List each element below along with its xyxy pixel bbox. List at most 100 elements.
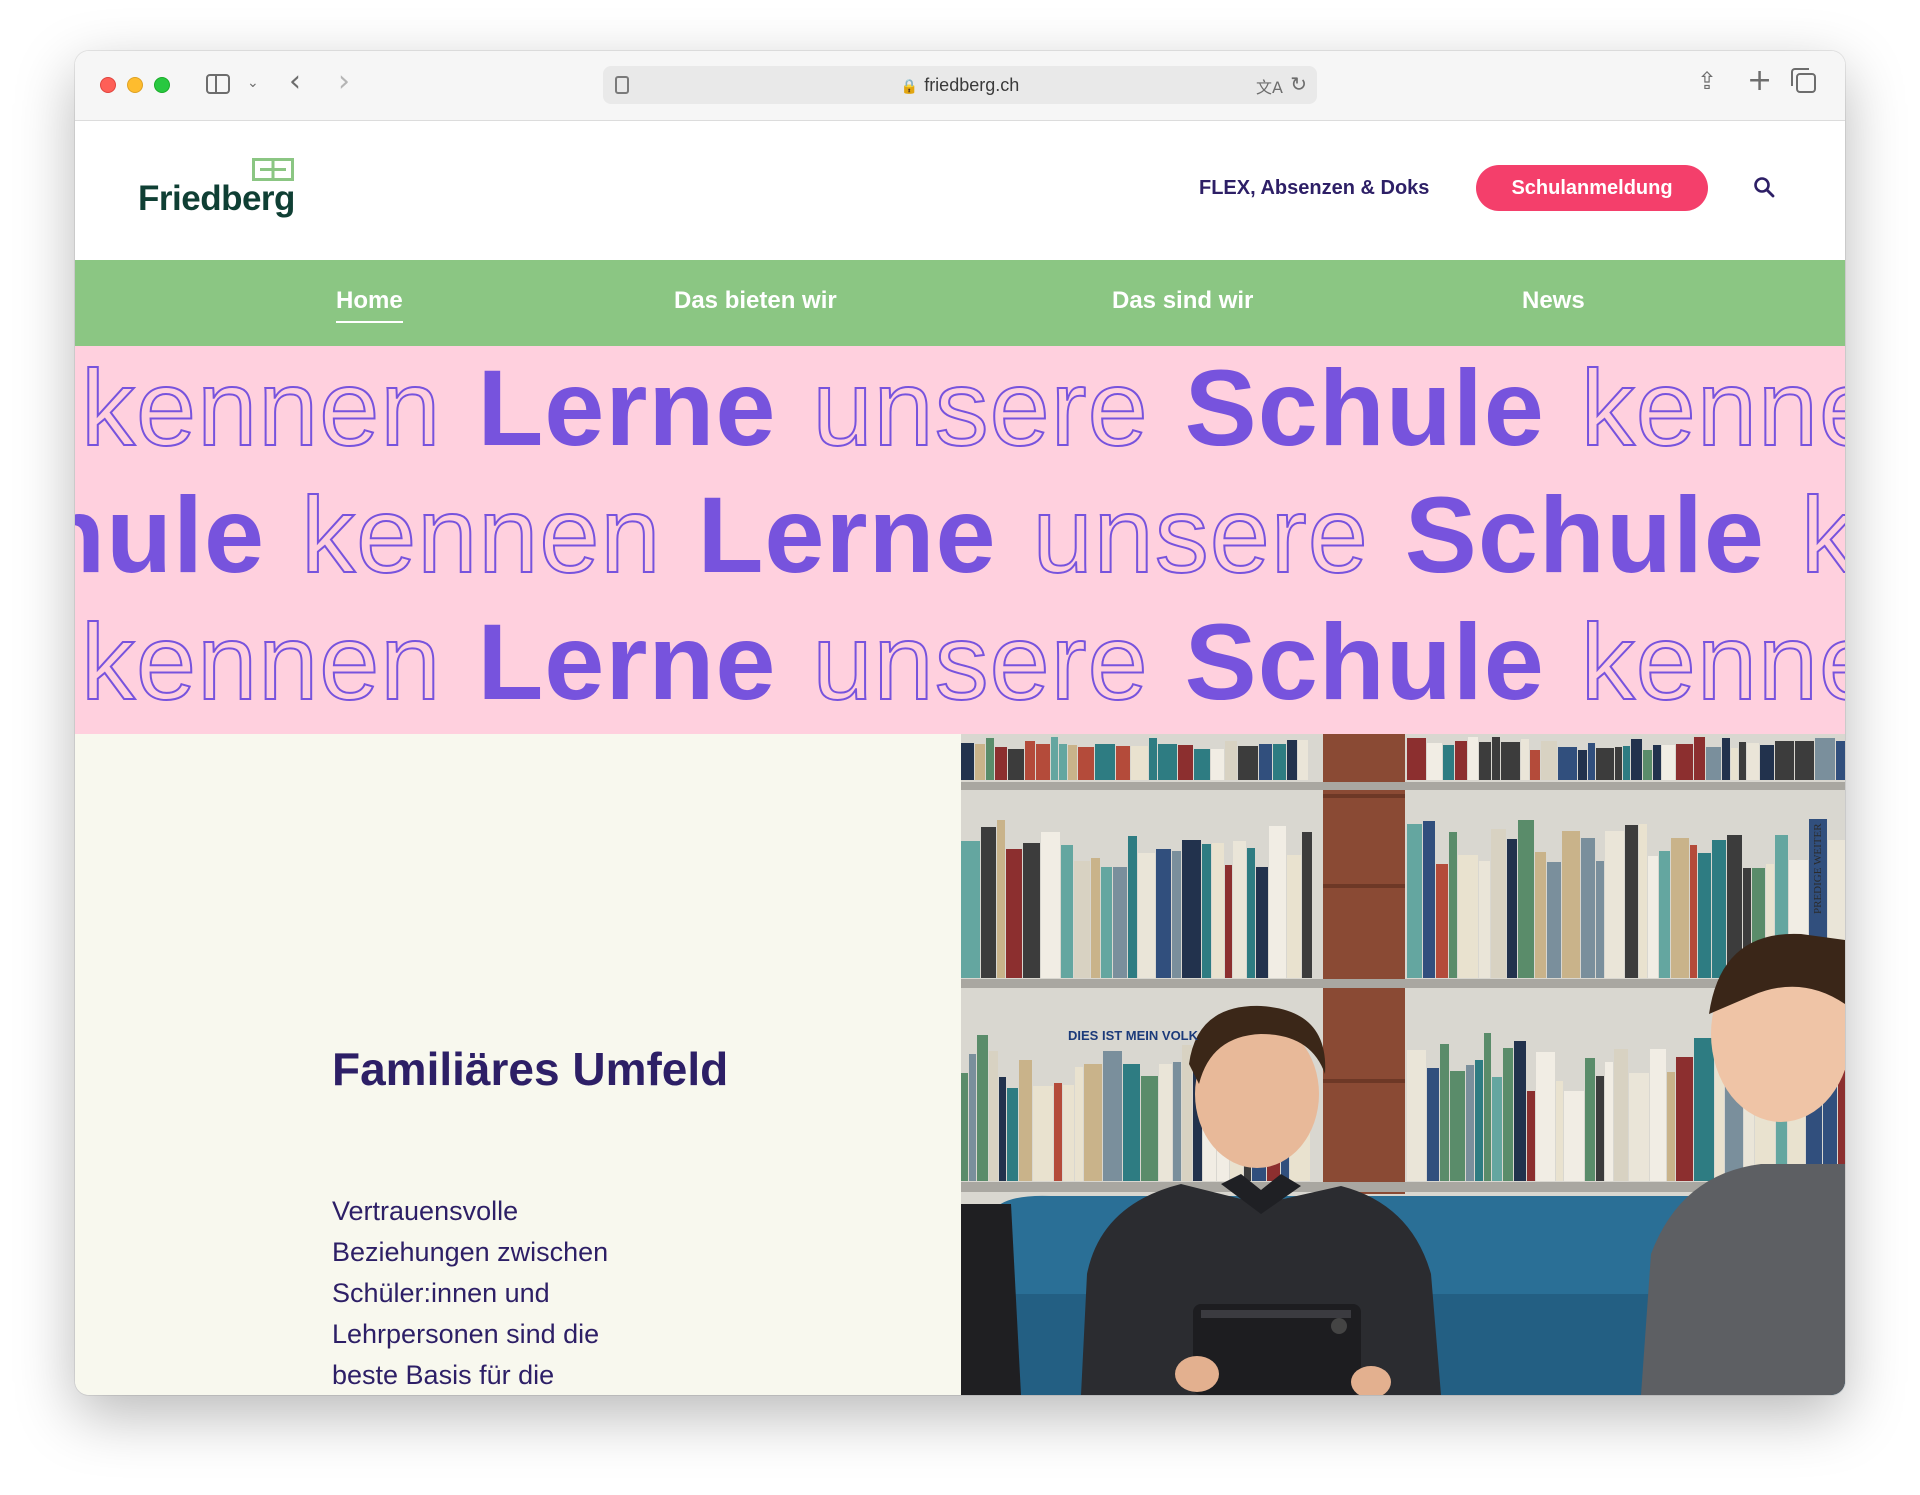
book-spine xyxy=(1605,1062,1613,1181)
new-tab-plus-icon[interactable]: + xyxy=(1747,63,1772,98)
book-spine xyxy=(1173,1062,1181,1181)
back-arrow-icon[interactable]: ‹ xyxy=(289,67,301,97)
book-spine xyxy=(1051,737,1058,780)
hero-word: Lerne xyxy=(697,474,997,595)
book-spine xyxy=(1259,744,1272,780)
book-spine xyxy=(1650,1049,1666,1181)
book-spine xyxy=(1491,829,1506,978)
hero-word: Lerne xyxy=(477,601,777,722)
book-spine xyxy=(1256,867,1268,978)
book-spine xyxy=(1712,840,1726,978)
hero-word: Schule xyxy=(1184,347,1545,468)
book-spine xyxy=(1731,748,1738,780)
book-spine xyxy=(1629,1073,1649,1181)
book-spine xyxy=(1795,741,1814,780)
book-spine xyxy=(961,743,974,780)
book-spine xyxy=(1443,745,1454,780)
book-spine xyxy=(1706,747,1721,780)
sidebar-icon[interactable] xyxy=(206,74,230,94)
book-spine xyxy=(1172,851,1181,978)
book-title-label: DIES IST MEIN VOLK xyxy=(1068,1028,1199,1043)
book-spine xyxy=(1836,741,1845,780)
book-spine xyxy=(1033,1086,1053,1181)
nav-item-das-sind-wir[interactable]: Das sind wir xyxy=(1112,287,1253,315)
book-spine xyxy=(969,1054,976,1181)
book-spine xyxy=(1667,1072,1675,1181)
search-icon[interactable] xyxy=(1752,175,1776,199)
book-spine xyxy=(1659,851,1670,978)
book-spine xyxy=(1095,744,1115,780)
book-spine xyxy=(1298,740,1308,780)
book-spine xyxy=(1238,746,1258,780)
book-spine xyxy=(1468,737,1478,780)
book-spine xyxy=(1450,1071,1465,1181)
book-spine xyxy=(1596,1076,1604,1181)
close-window-button[interactable] xyxy=(100,77,116,93)
address-text[interactable]: 🔒 friedberg.ch xyxy=(603,75,1317,96)
logo-mark-icon[interactable] xyxy=(252,158,294,181)
book-spine xyxy=(961,841,980,978)
translate-icon[interactable]: 文A xyxy=(1256,74,1283,98)
tab-overview-icon[interactable] xyxy=(1791,68,1816,93)
book-spine xyxy=(1178,745,1193,780)
address-bar[interactable]: 🔒 friedberg.ch 文A ↻ xyxy=(603,66,1317,104)
zoom-window-button[interactable] xyxy=(154,77,170,93)
book-spine xyxy=(1475,1060,1483,1181)
book-spine xyxy=(1427,743,1442,780)
minimize-window-button[interactable] xyxy=(127,77,143,93)
book-spine xyxy=(1007,1088,1018,1181)
book-spine xyxy=(1068,745,1077,780)
book-spine xyxy=(1466,1065,1474,1181)
book-spine xyxy=(1149,738,1157,780)
book-spine xyxy=(1113,867,1127,978)
book-spine xyxy=(1036,744,1050,780)
book-title-label: PREDIGE WEITER xyxy=(1812,823,1824,914)
library-illustration: DIES IST MEIN VOLK PREDIGE WEITER xyxy=(961,734,1845,1395)
book-spine xyxy=(1025,741,1035,780)
book-spine xyxy=(1564,1091,1584,1181)
hero-marquee: kennenLerneunsereSchulekennen Schule kenn… xyxy=(75,346,1845,734)
book-spine xyxy=(1131,746,1148,780)
flex-absenzen-docs-link[interactable]: FLEX, Absenzen & Doks xyxy=(1199,177,1429,200)
book-spine xyxy=(1302,832,1312,978)
book-spine xyxy=(1407,738,1426,780)
hero-word: kennen xyxy=(300,474,662,596)
hero-row: Schule kennen Lerne unsere Schule kennen xyxy=(75,474,1845,596)
forward-arrow-icon[interactable]: › xyxy=(338,67,350,97)
book-spine xyxy=(1815,738,1835,780)
nav-item-news[interactable]: News xyxy=(1522,287,1585,315)
nav-item-home[interactable]: Home xyxy=(336,287,403,323)
book-spine xyxy=(1503,1048,1513,1181)
nav-item-das-bieten-wir[interactable]: Das bieten wir xyxy=(674,287,837,315)
book-spine xyxy=(1671,838,1689,978)
book-spine xyxy=(1535,852,1546,978)
logo[interactable]: Friedberg xyxy=(138,179,295,219)
browser-toolbar: ⌄ ‹ › 🔒 friedberg.ch 文A ↻ ⇪ + xyxy=(75,51,1845,121)
book-spine xyxy=(1676,1057,1693,1181)
book-spine xyxy=(1006,849,1022,978)
book-spine xyxy=(1202,844,1211,978)
book-spine xyxy=(1063,1085,1074,1181)
book-spine xyxy=(999,1077,1006,1181)
book-spine xyxy=(1103,1051,1122,1181)
school-registration-button[interactable]: Schulanmeldung xyxy=(1476,165,1708,211)
feature-panel: Familiäres Umfeld Vertrauensvolle Bezieh… xyxy=(75,734,961,1395)
chevron-down-icon[interactable]: ⌄ xyxy=(247,75,259,91)
book-spine xyxy=(1527,1091,1535,1181)
lock-icon: 🔒 xyxy=(900,78,919,94)
book-spine xyxy=(1233,841,1246,978)
students-library-photo: DIES IST MEIN VOLK PREDIGE WEITER xyxy=(961,734,1845,1395)
book-spine xyxy=(1091,858,1100,978)
book-spine xyxy=(1690,845,1697,978)
book-spine xyxy=(1455,741,1467,780)
share-icon[interactable]: ⇪ xyxy=(1697,67,1717,95)
book-spine xyxy=(1662,745,1675,780)
book-spine xyxy=(1247,848,1255,978)
reload-icon[interactable]: ↻ xyxy=(1290,72,1307,96)
book-spine xyxy=(1747,743,1759,780)
book-spine xyxy=(1023,843,1040,978)
hero-row: kennen Lerne unsere Schule kennen xyxy=(80,601,1845,723)
book-spine xyxy=(1694,737,1705,780)
book-spine xyxy=(1156,849,1171,978)
book-spine xyxy=(1530,750,1540,780)
